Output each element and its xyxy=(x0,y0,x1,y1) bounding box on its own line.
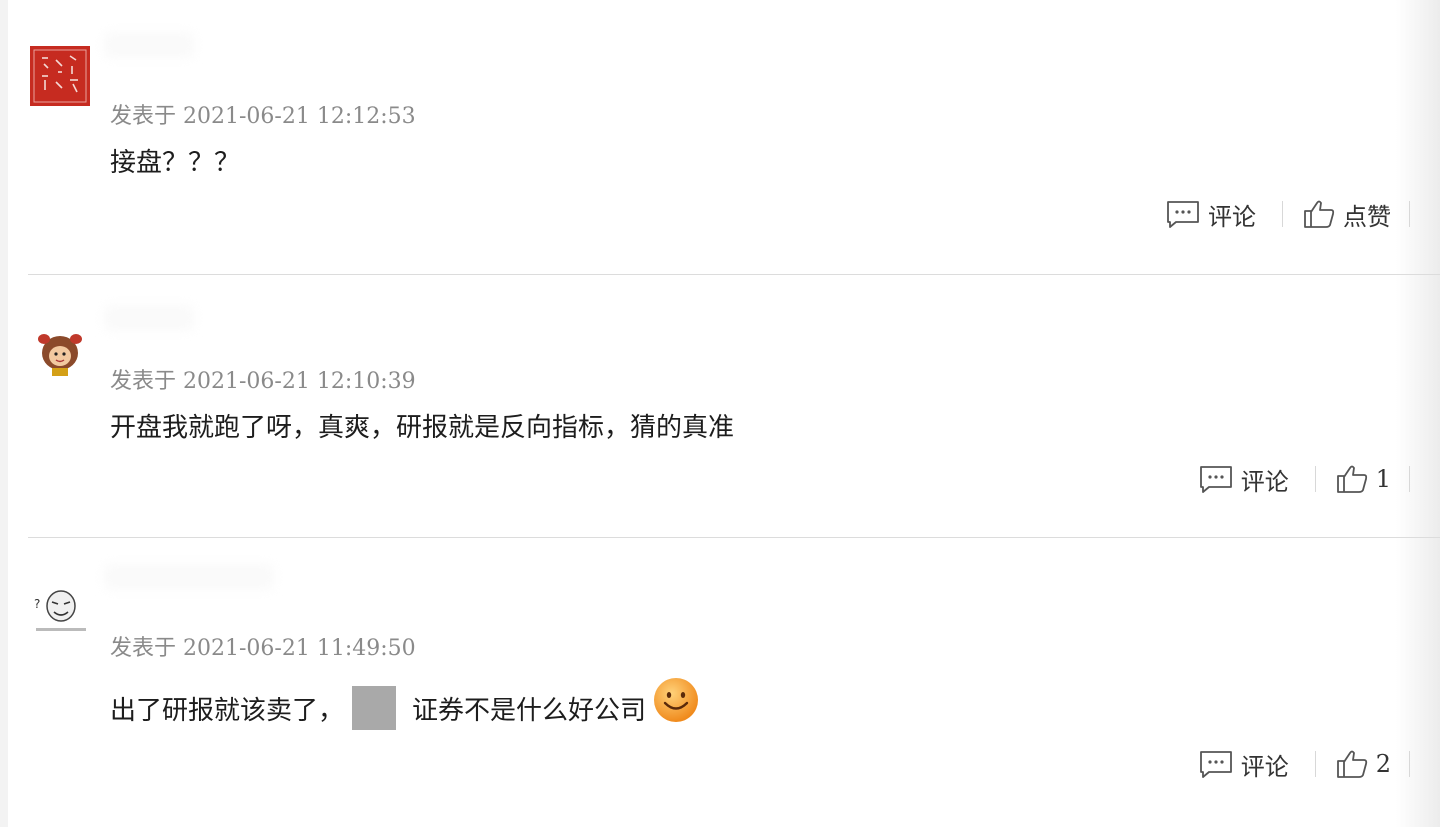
comment-text: 接盘？？？ xyxy=(110,148,241,178)
thumbs-up-icon xyxy=(1336,749,1368,779)
like-button[interactable]: 点赞 xyxy=(1303,197,1391,232)
comment-actions: 评论 2 xyxy=(1199,746,1410,782)
comment-bubble-icon xyxy=(1166,200,1200,228)
like-count: 2 xyxy=(1375,750,1391,778)
post-timestamp: 发表于 2021-06-21 11:49:50 xyxy=(110,636,416,661)
action-separator-end xyxy=(1409,751,1410,777)
username-redacted xyxy=(104,564,274,590)
user-avatar[interactable] xyxy=(30,323,90,383)
comment-item: 发表于 2021-06-21 12:10:39 开盘我就跑了呀，真爽，研报就是反… xyxy=(0,275,1440,537)
comment-label: 评论 xyxy=(1240,467,1289,496)
comment-button[interactable]: 评论 xyxy=(1199,747,1289,782)
like-count: 1 xyxy=(1375,465,1391,493)
action-separator-end xyxy=(1409,201,1410,227)
comment-label: 评论 xyxy=(1240,752,1289,781)
comment-button[interactable]: 评论 xyxy=(1166,197,1256,232)
thumbs-up-icon xyxy=(1303,199,1335,229)
comment-button[interactable]: 评论 xyxy=(1199,462,1289,497)
comment-text-part: 证券不是什么好公司 xyxy=(412,695,647,726)
user-avatar[interactable]: ? xyxy=(30,582,90,642)
action-separator xyxy=(1282,201,1283,227)
like-button[interactable]: 2 xyxy=(1336,749,1391,779)
like-label: 点赞 xyxy=(1343,202,1391,231)
like-button[interactable]: 1 xyxy=(1336,464,1391,494)
comment-actions: 评论 点赞 xyxy=(1166,196,1410,232)
thumbs-up-icon xyxy=(1336,464,1368,494)
redacted-block xyxy=(352,686,397,730)
smile-emoji-icon xyxy=(652,676,700,724)
comment-label: 评论 xyxy=(1208,202,1256,231)
username-redacted xyxy=(104,305,194,331)
action-separator xyxy=(1314,466,1316,492)
comment-text: 开盘我就跑了呀，真爽，研报就是反向指标，猜的真准 xyxy=(110,413,735,443)
action-separator-end xyxy=(1409,466,1410,492)
username-redacted xyxy=(104,32,194,58)
comment-item: ? 发表于 2021-06-21 11:49:50 出了研报就该卖了， 证券不是… xyxy=(0,538,1440,827)
comment-item: 发表于 2021-06-21 12:12:53 接盘？？？ 评论 点赞 xyxy=(0,0,1440,274)
post-timestamp: 发表于 2021-06-21 12:12:53 xyxy=(110,104,416,129)
comment-text: 出了研报就该卖了， 证券不是什么好公司 xyxy=(110,678,700,732)
comment-text-part: 出了研报就该卖了， xyxy=(110,695,345,726)
post-timestamp: 发表于 2021-06-21 12:10:39 xyxy=(110,369,416,394)
svg-text:?: ? xyxy=(34,597,40,611)
user-avatar[interactable] xyxy=(30,46,90,106)
comment-bubble-icon xyxy=(1199,465,1233,493)
comment-bubble-icon xyxy=(1199,750,1233,778)
comment-actions: 评论 1 xyxy=(1199,461,1410,497)
action-separator xyxy=(1314,751,1316,777)
